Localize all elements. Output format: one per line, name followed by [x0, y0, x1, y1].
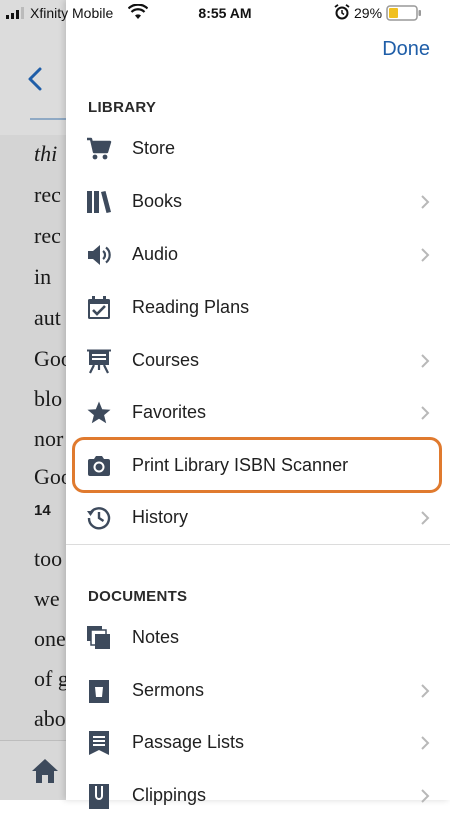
status-bar: Xfinity Mobile 8:55 AM 29%: [0, 0, 450, 26]
reader-line: abo: [34, 706, 66, 731]
reader-line: one: [34, 626, 66, 651]
cup-icon: [89, 680, 109, 703]
menu-item-label: Audio: [132, 244, 179, 264]
alarm-icon: [334, 4, 350, 20]
done-button[interactable]: Done: [382, 38, 430, 61]
menu-item-label: History: [132, 507, 189, 527]
reader-line: rec: [34, 182, 61, 207]
home-icon[interactable]: [30, 757, 60, 785]
chevron-right-icon: [421, 248, 430, 262]
menu-item-favorites[interactable]: Favorites: [66, 387, 450, 439]
menu-item-label: Store: [132, 138, 176, 158]
documents-section-header: DOCUMENTS: [88, 588, 188, 605]
reader-line: rec: [34, 223, 61, 248]
status-time: 8:55 AM: [198, 5, 252, 21]
menu-item-label: Favorites: [132, 402, 207, 422]
reader-line: we: [34, 586, 60, 611]
chevron-right-icon: [421, 789, 430, 803]
section-divider: [66, 544, 450, 545]
menu-item-label: Notes: [132, 627, 180, 647]
chevron-right-icon: [421, 511, 430, 525]
menu-item-audio[interactable]: Audio: [66, 229, 450, 281]
battery-icon: [386, 5, 421, 21]
chevron-right-icon: [421, 406, 430, 420]
reader-line: of g: [34, 666, 69, 691]
verse-number: 14: [34, 502, 51, 519]
menu-item-label: Passage Lists: [132, 732, 245, 752]
menu-item-passage-lists[interactable]: Passage Lists: [66, 717, 450, 769]
menu-item-label: Books: [132, 191, 183, 211]
list-icon: [89, 731, 109, 755]
reader-line: too: [34, 546, 63, 571]
reader-line: blo: [34, 386, 63, 411]
menu-item-label: Clippings: [132, 785, 207, 805]
library-section-header: LIBRARY: [88, 99, 157, 116]
library-drawer: Done LIBRARY Store Books Audio Reading P…: [66, 0, 450, 809]
menu-item-sermons[interactable]: Sermons: [66, 665, 450, 717]
cart-icon: [87, 137, 112, 160]
clip-icon: [89, 784, 109, 809]
chevron-right-icon: [421, 195, 430, 209]
notes-icon: [87, 626, 110, 649]
reader-line: thi: [34, 141, 58, 166]
menu-item-books[interactable]: Books: [66, 176, 450, 228]
history-icon: [87, 507, 111, 530]
menu-item-store[interactable]: Store: [66, 123, 450, 175]
reader-line: aut: [34, 305, 61, 330]
menu-item-courses[interactable]: Courses: [66, 335, 450, 387]
chevron-right-icon: [421, 736, 430, 750]
menu-item-label: Reading Plans: [132, 297, 250, 317]
chevron-right-icon: [421, 684, 430, 698]
books-icon: [87, 191, 111, 213]
calendar-check-icon: [88, 296, 110, 319]
reader-line: in: [34, 264, 52, 289]
menu-item-history[interactable]: History: [66, 492, 450, 544]
highlight-outline: [72, 437, 442, 493]
menu-item-reading-plans[interactable]: Reading Plans: [66, 282, 450, 334]
reader-line: nor: [34, 426, 64, 451]
easel-icon: [87, 349, 111, 374]
speaker-icon: [88, 245, 111, 265]
back-chevron-icon[interactable]: [26, 66, 44, 92]
battery-percent: 29%: [354, 5, 383, 21]
menu-item-label: Sermons: [132, 680, 205, 700]
chevron-right-icon: [421, 354, 430, 368]
menu-item-label: Courses: [132, 350, 200, 370]
menu-item-clippings[interactable]: Clippings: [66, 770, 450, 822]
menu-item-notes[interactable]: Notes: [66, 612, 450, 664]
star-icon: [87, 401, 111, 424]
